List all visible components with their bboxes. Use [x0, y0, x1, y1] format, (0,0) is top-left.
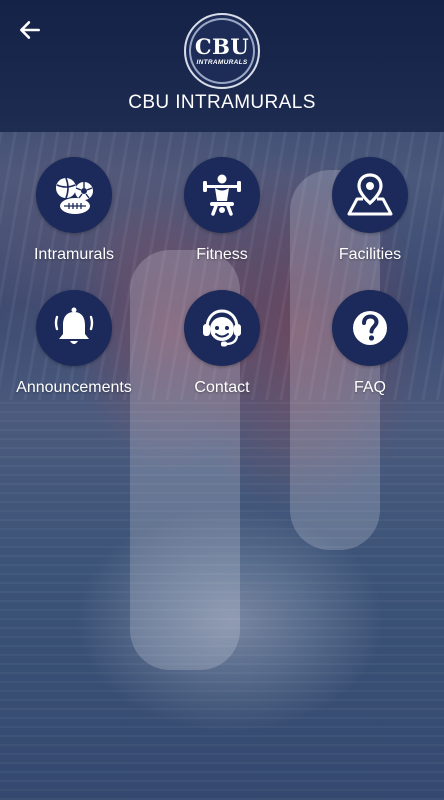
menu-item-label: Contact [194, 379, 250, 396]
menu-item-label: Facilities [338, 246, 402, 263]
menu-item-label: Fitness [196, 246, 248, 263]
sports-balls-icon [56, 177, 93, 214]
menu-item-label: FAQ [353, 379, 386, 396]
menu-item-fitness[interactable]: Fitness [148, 157, 296, 277]
menu-item-circle [184, 157, 260, 233]
weightlifter-icon [203, 174, 241, 216]
back-button[interactable] [14, 14, 46, 46]
map-pin-icon [347, 173, 393, 216]
menu-item-circle [332, 290, 408, 366]
bell-icon [54, 307, 94, 344]
logo-text: CBU [194, 34, 250, 59]
headset-icon [203, 309, 241, 347]
menu-item-circle [184, 290, 260, 366]
menu-item-label: Announcements [16, 379, 132, 396]
arrow-left-icon [20, 21, 40, 39]
menu-item-faq[interactable]: FAQ [296, 290, 444, 410]
menu-item-contact[interactable]: Contact [148, 290, 296, 410]
menu-item-circle [332, 157, 408, 233]
menu-item-circle [36, 157, 112, 233]
menu-item-announcements[interactable]: Announcements [0, 290, 148, 410]
menu-item-facilities[interactable]: Facilities [296, 157, 444, 277]
menu-item-circle [36, 290, 112, 366]
home-screen: CBU INTRAMURALS CBU INTRAMURALS Intramur… [0, 0, 444, 800]
menu-item-intramurals[interactable]: Intramurals [0, 157, 148, 277]
app-header: CBU INTRAMURALS CBU INTRAMURALS [0, 0, 444, 132]
page-title: CBU INTRAMURALS [128, 92, 316, 113]
menu-item-label: Intramurals [33, 246, 115, 263]
logo-subtext: INTRAMURALS [196, 59, 248, 66]
cbu-logo: CBU INTRAMURALS [184, 13, 260, 89]
question-icon [353, 311, 387, 345]
